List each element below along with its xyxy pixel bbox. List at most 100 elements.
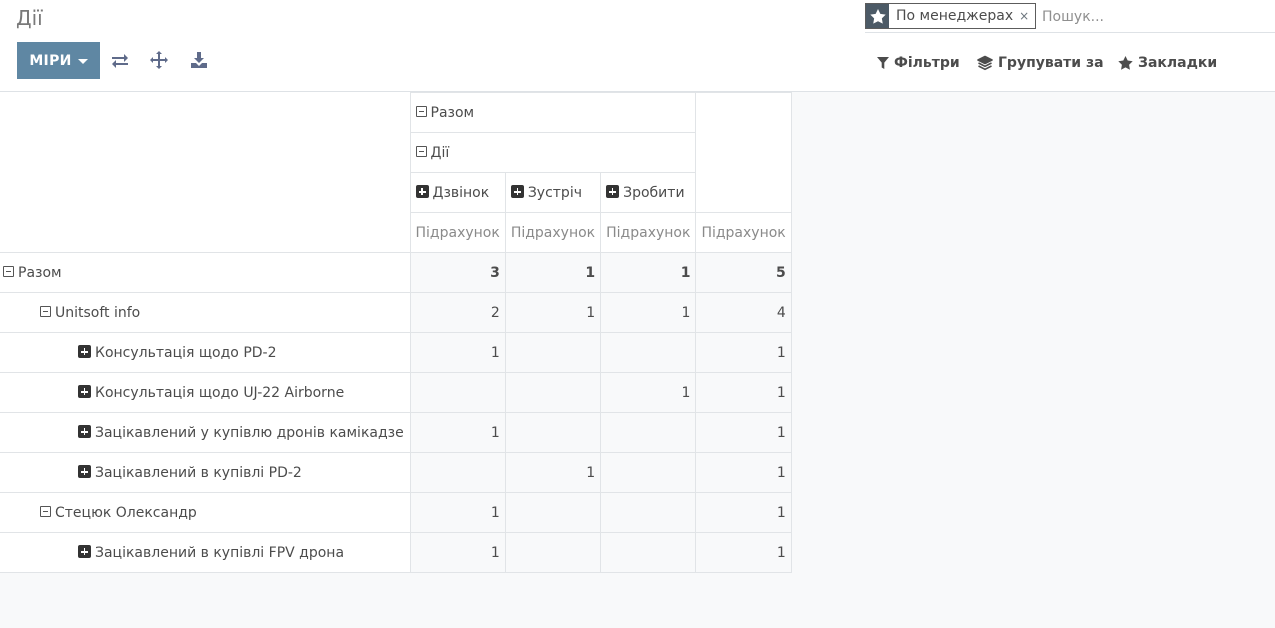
col-header-total-spacer bbox=[695, 92, 792, 213]
cell-value[interactable]: 5 bbox=[695, 252, 792, 293]
measure-header[interactable]: Підрахунок bbox=[504, 212, 602, 253]
filters-button[interactable]: Фільтри bbox=[877, 52, 960, 74]
cell-value[interactable] bbox=[600, 332, 697, 373]
row-header-item[interactable]: Зацікавлений в купівлі FPV дрона bbox=[0, 532, 411, 573]
cell-value[interactable]: 1 bbox=[600, 292, 697, 333]
row-header-group[interactable]: Unitsoft info bbox=[0, 292, 411, 333]
search-facet[interactable]: По менеджерах × bbox=[865, 3, 1037, 29]
table-row: Стецюк Олександр 1 1 bbox=[0, 492, 792, 533]
cell-value[interactable]: 1 bbox=[695, 412, 792, 453]
cell-value[interactable]: 1 bbox=[409, 412, 506, 453]
layers-icon bbox=[977, 55, 993, 71]
col-header-label: Дзвінок bbox=[432, 184, 490, 201]
search-input[interactable] bbox=[1042, 6, 1262, 28]
table-row: Консультація щодо UJ-22 Airborne 1 1 bbox=[0, 372, 792, 413]
cell-value[interactable]: 1 bbox=[504, 252, 602, 293]
facet-remove-icon[interactable]: × bbox=[1019, 4, 1035, 28]
cell-value[interactable]: 1 bbox=[409, 332, 506, 373]
collapse-icon bbox=[40, 506, 51, 517]
col-header-call[interactable]: Дзвінок bbox=[409, 172, 506, 213]
col-header-label: Зустріч bbox=[527, 184, 582, 201]
row-header-item[interactable]: Консультація щодо UJ-22 Airborne bbox=[0, 372, 411, 413]
cell-value[interactable] bbox=[504, 332, 602, 373]
cell-value[interactable]: 1 bbox=[409, 492, 506, 533]
favorites-button[interactable]: Закладки bbox=[1118, 52, 1217, 74]
row-label: Консультація щодо PD-2 bbox=[95, 344, 277, 361]
swap-axes-icon[interactable] bbox=[110, 50, 130, 70]
star-icon bbox=[866, 4, 889, 28]
cell-value[interactable] bbox=[504, 372, 602, 413]
cell-value[interactable]: 1 bbox=[695, 452, 792, 493]
expand-icon bbox=[606, 185, 620, 198]
expand-all-icon[interactable] bbox=[149, 50, 169, 70]
cell-value[interactable] bbox=[600, 492, 697, 533]
caret-down-icon bbox=[77, 59, 88, 64]
cell-value[interactable] bbox=[504, 532, 602, 573]
measures-button[interactable]: МІРИ bbox=[17, 42, 100, 79]
cell-value[interactable]: 1 bbox=[504, 452, 602, 493]
cell-value[interactable]: 1 bbox=[695, 332, 792, 373]
cell-value[interactable] bbox=[409, 372, 506, 413]
filter-icon bbox=[877, 56, 889, 69]
cell-value[interactable] bbox=[600, 412, 697, 453]
cell-value[interactable]: 1 bbox=[409, 532, 506, 573]
measure-header[interactable]: Підрахунок bbox=[409, 212, 506, 253]
row-header-group[interactable]: Стецюк Олександр bbox=[0, 492, 411, 533]
expand-icon bbox=[78, 385, 91, 398]
filters-label: Фільтри bbox=[894, 55, 960, 71]
table-row: Зацікавлений в купівлі FPV дрона 1 1 bbox=[0, 532, 792, 573]
expand-icon bbox=[78, 465, 91, 478]
cell-value[interactable]: 1 bbox=[504, 292, 602, 333]
expand-icon bbox=[510, 185, 524, 198]
expand-icon bbox=[78, 425, 91, 438]
cell-value[interactable] bbox=[600, 452, 697, 493]
row-header-item[interactable]: Зацікавлений у купівлю дронів камікадзе bbox=[0, 412, 411, 453]
group-by-label: Групувати за bbox=[998, 55, 1104, 71]
collapse-icon bbox=[40, 306, 51, 317]
col-header-meeting[interactable]: Зустріч bbox=[504, 172, 602, 213]
table-row: Зацікавлений в купівлі PD-2 1 1 bbox=[0, 452, 792, 493]
download-icon[interactable] bbox=[189, 50, 209, 70]
row-label: Зацікавлений в купівлі PD-2 bbox=[95, 464, 302, 481]
cell-value[interactable] bbox=[504, 412, 602, 453]
expand-icon bbox=[78, 545, 91, 558]
cell-value[interactable]: 1 bbox=[600, 252, 697, 293]
col-header-label: Зробити bbox=[623, 184, 685, 201]
cell-value[interactable] bbox=[600, 532, 697, 573]
cell-value[interactable]: 1 bbox=[695, 532, 792, 573]
cell-value[interactable]: 1 bbox=[695, 492, 792, 533]
cell-value[interactable]: 3 bbox=[409, 252, 506, 293]
collapse-icon bbox=[3, 266, 14, 277]
cell-value[interactable]: 1 bbox=[600, 372, 697, 413]
row-label: Стецюк Олександр bbox=[55, 504, 197, 521]
favorites-label: Закладки bbox=[1138, 55, 1218, 71]
collapse-icon bbox=[415, 146, 427, 157]
measures-label: МІРИ bbox=[29, 52, 72, 69]
pivot-corner bbox=[0, 92, 411, 253]
measure-header[interactable]: Підрахунок bbox=[600, 212, 697, 253]
cell-value[interactable]: 4 bbox=[695, 292, 792, 333]
col-header-todo[interactable]: Зробити bbox=[600, 172, 697, 213]
cell-value[interactable]: 1 bbox=[695, 372, 792, 413]
cell-value[interactable]: 2 bbox=[409, 292, 506, 333]
control-panel: Дії МІРИ По менеджерах × Фільтри Групува… bbox=[0, 0, 1275, 92]
col-header-total-label: Разом bbox=[430, 104, 475, 121]
group-by-button[interactable]: Групувати за bbox=[977, 52, 1104, 74]
col-header-group-label: Дії bbox=[430, 144, 450, 161]
expand-icon bbox=[415, 185, 429, 198]
row-header-item[interactable]: Консультація щодо PD-2 bbox=[0, 332, 411, 373]
cell-value[interactable] bbox=[504, 492, 602, 533]
col-header-total[interactable]: Разом bbox=[409, 92, 697, 133]
cell-value[interactable] bbox=[409, 452, 506, 493]
search-bar: По менеджерах × bbox=[865, 2, 1275, 33]
row-header-item[interactable]: Зацікавлений в купівлі PD-2 bbox=[0, 452, 411, 493]
collapse-icon bbox=[415, 106, 427, 117]
col-header-group[interactable]: Дії bbox=[409, 132, 697, 173]
row-header-total[interactable]: Разом bbox=[0, 252, 411, 293]
page-title: Дії bbox=[16, 6, 43, 30]
row-label: Разом bbox=[18, 264, 62, 281]
measure-header[interactable]: Підрахунок bbox=[695, 212, 792, 253]
row-label: Консультація щодо UJ-22 Airborne bbox=[95, 384, 345, 401]
star-icon bbox=[1118, 56, 1133, 70]
row-label: Unitsoft info bbox=[55, 304, 141, 321]
